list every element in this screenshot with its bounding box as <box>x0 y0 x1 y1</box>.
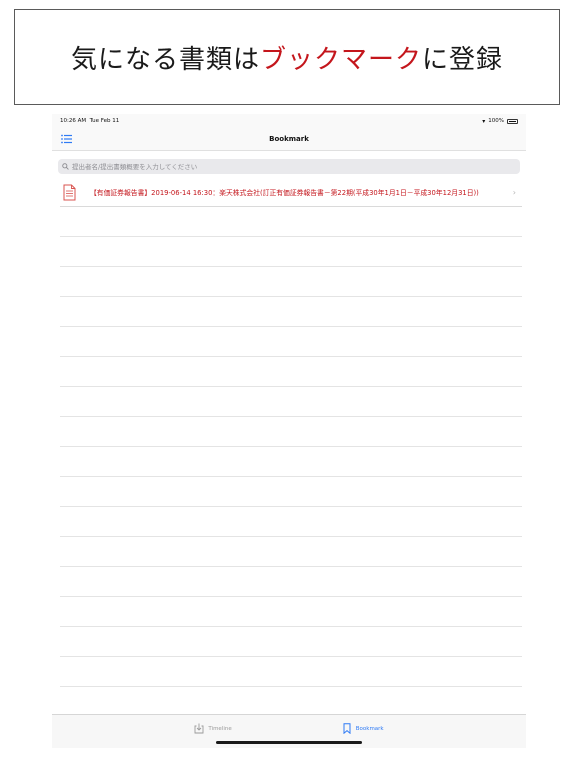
empty-row <box>60 477 522 507</box>
tab-label: Timeline <box>208 725 232 732</box>
empty-row <box>60 327 522 357</box>
status-date: Tue Feb 11 <box>89 118 120 124</box>
empty-row <box>60 447 522 477</box>
empty-row <box>60 687 522 717</box>
search-container <box>52 151 526 178</box>
home-indicator[interactable] <box>216 741 362 744</box>
empty-row <box>60 357 522 387</box>
tab-timeline[interactable]: Timeline <box>194 723 232 734</box>
list-item[interactable]: 【有価証券報告書】2019-06-14 16:30：楽天株式会社(訂正有価証券報… <box>60 178 522 207</box>
document-icon <box>63 184 76 200</box>
empty-row <box>60 267 522 297</box>
bookmark-icon <box>343 723 351 734</box>
empty-row <box>60 567 522 597</box>
page-title: Bookmark <box>269 135 309 143</box>
list-icon[interactable] <box>61 134 72 144</box>
bookmark-title: 【有価証券報告書】2019-06-14 16:30：楽天株式会社(訂正有価証券報… <box>90 189 479 197</box>
empty-row <box>60 207 522 237</box>
status-time: 10:26 AM <box>60 118 87 124</box>
promo-banner: 気になる書類は ブックマーク に登録 <box>14 9 560 105</box>
search-input[interactable] <box>72 162 492 171</box>
empty-row <box>60 417 522 447</box>
battery-percent: 100% <box>488 118 504 124</box>
empty-row <box>60 627 522 657</box>
search-icon <box>62 163 69 170</box>
empty-row <box>60 297 522 327</box>
chevron-right-icon: › <box>512 187 516 197</box>
tab-bar: Timeline Bookmark <box>52 714 526 748</box>
tab-bookmark[interactable]: Bookmark <box>342 723 384 734</box>
empty-row <box>60 237 522 267</box>
navigation-bar: Bookmark <box>52 128 526 151</box>
empty-row <box>60 387 522 417</box>
banner-suffix: に登録 <box>422 44 504 75</box>
empty-row <box>60 657 522 687</box>
status-bar: 10:26 AM Tue Feb 11 ▾ 100% <box>52 114 526 128</box>
banner-prefix: 気になる書類は <box>70 44 260 75</box>
banner-accent: ブックマーク <box>259 44 422 75</box>
timeline-icon <box>194 723 204 734</box>
empty-row <box>60 507 522 537</box>
wifi-icon: ▾ <box>482 117 486 125</box>
empty-row <box>60 597 522 627</box>
empty-row <box>60 537 522 567</box>
bookmark-list: 【有価証券報告書】2019-06-14 16:30：楽天株式会社(訂正有価証券報… <box>60 178 522 717</box>
search-bar[interactable] <box>58 159 520 174</box>
tab-label: Bookmark <box>355 725 384 732</box>
app-screen: 10:26 AM Tue Feb 11 ▾ 100% Bookmark 提出者名… <box>52 114 526 748</box>
battery-icon <box>507 118 518 124</box>
